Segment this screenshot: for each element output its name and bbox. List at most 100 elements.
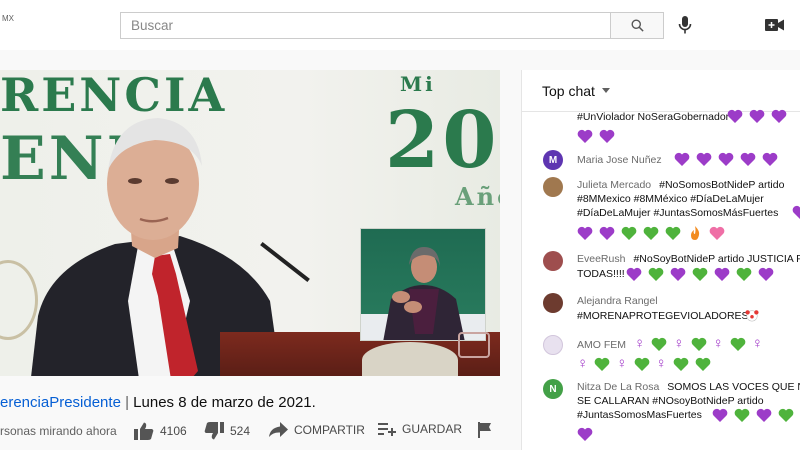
green-heart-icon <box>651 337 667 351</box>
green-heart-icon <box>673 357 689 371</box>
purple-heart-icon <box>727 109 743 123</box>
interpreter-figure <box>361 247 485 340</box>
green-heart-icon <box>634 357 649 371</box>
flag-icon <box>478 422 491 438</box>
green-heart-icon <box>695 357 711 371</box>
region-code: MX <box>2 14 14 23</box>
green-heart-icon <box>643 226 659 240</box>
purple-heart-icon <box>771 109 787 123</box>
purple-heart-icon <box>758 267 774 281</box>
author-name[interactable]: Alejandra Rangel <box>577 295 658 307</box>
purple-heart-icon <box>577 129 593 143</box>
purple-heart-icon <box>577 226 593 240</box>
avatar[interactable] <box>543 335 563 355</box>
playlist-add-icon <box>378 423 396 436</box>
message-text: SOMOS LAS VOCES QUE NU <box>667 381 800 393</box>
purple-heart-icon <box>756 408 772 422</box>
report-button[interactable] <box>478 422 492 438</box>
green-heart-icon <box>665 226 681 240</box>
emoji-row <box>792 205 800 219</box>
female-sign-icon: ♀ <box>673 335 685 352</box>
banner-year: 202 <box>385 95 500 186</box>
emoji-row <box>626 267 774 281</box>
green-heart-icon <box>691 337 706 351</box>
message-text: #DíaDeLaMujer #JuntasSomosMásFuertes <box>577 207 779 219</box>
purple-heart-icon <box>599 129 615 143</box>
save-label: GUARDAR <box>402 422 463 436</box>
green-heart-icon <box>736 267 752 281</box>
emoji-row <box>744 308 760 322</box>
avatar[interactable]: N <box>543 379 563 399</box>
purple-heart-icon <box>762 152 778 166</box>
message-text: TODAS!!!! <box>577 268 625 280</box>
title-text: Lunes 8 de marzo de 2021. <box>133 394 316 411</box>
title-hashtag[interactable]: erenciaPresidente <box>0 394 121 411</box>
share-arrow-icon <box>269 422 288 437</box>
emoji-row <box>727 109 787 123</box>
purple-heart-icon <box>712 408 728 422</box>
female-sign-icon: ♀ <box>634 335 646 352</box>
emoji-row <box>712 408 794 422</box>
live-chat: Top chat #UnViolador NoSeraGobernador M … <box>521 70 800 450</box>
like-count: 4106 <box>160 424 187 438</box>
message-text: #UnViolador NoSeraGobernador <box>577 111 730 123</box>
author-name[interactable]: Nitza De La Rosa <box>577 381 659 393</box>
voice-search-button[interactable] <box>675 14 695 36</box>
purple-heart-icon <box>718 152 734 166</box>
green-heart-icon <box>778 408 794 422</box>
broadcast-logo <box>458 332 490 358</box>
green-heart-icon <box>730 337 746 351</box>
banner-text-right-small: Mi <box>400 72 436 96</box>
purple-heart-icon <box>577 427 593 441</box>
avatar[interactable]: M <box>543 150 563 170</box>
like-button[interactable]: 4106 <box>134 422 187 440</box>
message-text: #8MMexico #8MMéxico #DíaDeLaMujer <box>577 193 764 205</box>
avatar[interactable] <box>543 293 563 313</box>
green-heart-icon <box>692 267 708 281</box>
female-sign-icon: ♀ <box>751 335 763 352</box>
viewer-count: rsonas mirando ahora <box>0 424 117 438</box>
chat-mode-label: Top chat <box>542 82 595 99</box>
author-name[interactable]: Maria Jose Nuñez <box>577 154 662 166</box>
emoji-row: ♀ ♀ ♀ ♀ <box>634 335 763 352</box>
create-video-button[interactable] <box>764 16 786 34</box>
share-button[interactable]: COMPARTIR <box>268 422 365 438</box>
green-heart-icon <box>621 226 637 240</box>
purple-heart-icon <box>626 267 642 281</box>
thumbs-down-icon <box>204 422 224 440</box>
message-text: #NoSomosBotNideP artido <box>659 179 785 191</box>
search-button[interactable] <box>610 12 664 39</box>
microphone-icon <box>678 16 692 34</box>
emoji-row: ♀ ♀ ♀ <box>577 355 711 372</box>
green-heart-icon <box>648 267 664 281</box>
message-text: #NoSoyBotNideP artido JUSTICIA PA <box>633 253 800 265</box>
video-title: erenciaPresidente | Lunes 8 de marzo de … <box>0 394 510 411</box>
purple-heart-icon <box>740 152 756 166</box>
author-name[interactable]: Julieta Mercado <box>577 179 651 191</box>
video-meta: rsonas mirando ahora 4106 524 COMPARTIR … <box>0 422 510 444</box>
purple-heart-icon <box>599 226 615 240</box>
thumbs-up-icon <box>134 422 154 440</box>
green-heart-icon <box>734 408 750 422</box>
purple-heart-icon <box>670 267 686 281</box>
video-player[interactable]: RENCIA ENI Mi 202 Año <box>0 70 500 376</box>
author-name[interactable]: EveeRush <box>577 253 625 265</box>
title-separator: | <box>125 394 129 411</box>
message-text: #JuntasSomosMasFuertes <box>577 409 702 421</box>
avatar[interactable] <box>543 251 563 271</box>
emoji-row <box>577 129 615 143</box>
message-text: SE CALLARAN #NOsoyBotNideP artido <box>577 395 764 407</box>
save-button[interactable]: GUARDAR <box>378 422 462 436</box>
author-name[interactable]: AMO FEM <box>577 339 626 351</box>
search-icon <box>631 19 644 32</box>
purple-heart-icon <box>792 205 800 219</box>
female-sign-icon: ♀ <box>712 335 724 352</box>
message-text: #MORENAPROTEGEVIOLADORES <box>577 310 749 322</box>
purple-heart-icon <box>714 267 730 281</box>
female-sign-icon: ♀ <box>655 355 667 372</box>
avatar[interactable] <box>543 177 563 197</box>
podium-seal <box>362 342 458 376</box>
chat-mode-selector[interactable]: Top chat <box>522 70 800 112</box>
search-input[interactable] <box>120 12 610 39</box>
dislike-button[interactable]: 524 <box>204 422 250 440</box>
